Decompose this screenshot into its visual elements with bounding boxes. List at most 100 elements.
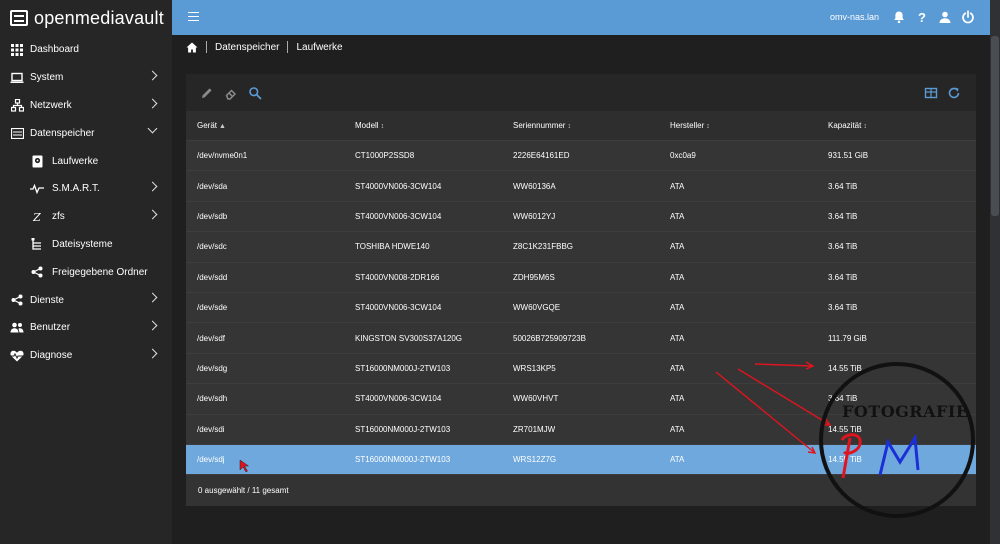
table-row[interactable]: /dev/sdc TOSHIBA HDWE140 Z8C1K231FBBG ATA 3.… <box>186 232 976 263</box>
disk-icon <box>30 154 44 168</box>
table-cell: WRS12Z7G <box>513 455 557 465</box>
pulse-icon <box>30 182 44 196</box>
table-header: Gerät ▲ Modell ↕ Seriennummer ↕ Hersteller ↕… <box>186 111 976 141</box>
search-icon[interactable] <box>248 86 262 100</box>
sort-icon: ↕ <box>567 123 571 130</box>
bell-icon[interactable] <box>892 10 906 24</box>
tree-icon <box>30 237 44 251</box>
sidebar-item-label: System <box>30 72 64 84</box>
table-row[interactable]: /dev/sda ST4000VN006-3CW104 WW60136A ATA 3.6… <box>186 171 976 202</box>
table-row[interactable]: /dev/nvme0n1 CT1000P2SSD8 2226E64161ED 0xc0… <box>186 141 976 172</box>
table-cell: ATA <box>670 242 685 252</box>
table-row[interactable]: /dev/sdd ST4000VN008-2DR166 ZDH95M6S ATA 3.6… <box>186 262 976 293</box>
sidebar-item-laufwerke[interactable]: Laufwerke <box>0 147 172 175</box>
table-cell: ST4000VN006-3CW104 <box>355 303 442 313</box>
table-cell: ATA <box>670 424 685 434</box>
table-cell: /dev/nvme0n1 <box>197 151 248 161</box>
table-cell: 14.55 TiB <box>828 363 862 373</box>
table-row[interactable]: /dev/sdb ST4000VN006-3CW104 WW6012YJ ATA 3.6… <box>186 201 976 233</box>
sidebar-item-zfs[interactable]: Zzfs <box>0 203 172 231</box>
breadcrumb-item-laufwerke: Laufwerke <box>296 41 343 53</box>
table-cell: TOSHIBA HDWE140 <box>355 242 430 252</box>
refresh-icon[interactable] <box>947 86 961 100</box>
network-icon <box>10 98 24 112</box>
sidebar-item-datenspeicher[interactable]: Datenspeicher <box>0 119 172 147</box>
hostname: omv-nas.lan <box>830 12 880 22</box>
table-cell: 3.64 TiB <box>828 242 858 252</box>
table-cell: WW60VGQE <box>513 303 561 313</box>
breadcrumb-item-datenspeicher[interactable]: Datenspeicher <box>215 42 279 53</box>
user-icon[interactable] <box>938 10 952 24</box>
column-header-kapazitaet[interactable]: Kapazität ↕ <box>828 121 976 130</box>
columns-table-icon[interactable] <box>924 86 938 100</box>
top-bar: omv-nas.lan ? <box>172 0 990 35</box>
table-row[interactable]: /dev/sdj ST16000NM000J-2TW103 WRS12Z7G ATA 1… <box>186 444 976 476</box>
breadcrumb-separator <box>206 41 207 53</box>
sidebar-item-dateisysteme[interactable]: Dateisysteme <box>0 231 172 259</box>
chevron-down-icon <box>147 123 158 134</box>
sidebar-item-benutzer[interactable]: Benutzer <box>0 314 172 342</box>
table-cell: WW6012YJ <box>513 211 556 221</box>
table-cell: /dev/sdb <box>197 211 228 221</box>
table-footer: 0 ausgewählt / 11 gesamt <box>186 475 976 507</box>
chevron-right-icon <box>147 348 158 359</box>
table-cell: /dev/sdd <box>197 272 228 282</box>
column-header-hersteller[interactable]: Hersteller ↕ <box>670 121 828 130</box>
table-cell: ST4000VN006-3CW104 <box>355 394 442 404</box>
sidebar-item-netzwerk[interactable]: Netzwerk <box>0 92 172 120</box>
table-row[interactable]: /dev/sdg ST16000NM000J-2TW103 WRS13KP5 ATA 1… <box>186 353 976 385</box>
table-row[interactable]: /dev/sdf KINGSTON SV300S37A120G 50026B7259… <box>186 323 976 354</box>
users-icon <box>10 321 24 335</box>
table-cell: CT1000P2SSD8 <box>355 151 415 161</box>
table-row[interactable]: /dev/sde ST4000VN006-3CW104 WW60VGQE ATA 3.6… <box>186 292 976 324</box>
breadcrumb-separator <box>287 41 289 53</box>
page-scrollbar[interactable] <box>990 0 1000 544</box>
svg-text:?: ? <box>918 10 926 24</box>
home-icon[interactable] <box>186 42 198 53</box>
table-cell: /dev/sde <box>197 303 228 313</box>
table-cell: KINGSTON SV300S37A120G <box>355 333 463 343</box>
table-cell: 3.64 TiB <box>828 181 858 191</box>
table-cell: 3.64 TiB <box>828 211 858 221</box>
sidebar-item-s-m-a-r-t[interactable]: S.M.A.R.T. <box>0 175 172 203</box>
table-cell: ST4000VN006-3CW104 <box>355 211 442 221</box>
heart-pulse-icon <box>10 349 24 363</box>
column-header-modell[interactable]: Modell ↕ <box>355 121 513 130</box>
scrollbar-thumb[interactable] <box>991 36 999 216</box>
sidebar-item-label: Diagnose <box>30 350 73 362</box>
svg-text:Z: Z <box>32 211 41 223</box>
table-cell: /dev/sdh <box>197 394 228 404</box>
table-cell: ST16000NM000J-2TW103 <box>355 455 451 465</box>
table-cell: /dev/sda <box>197 181 228 191</box>
table-cell: ATA <box>670 363 685 373</box>
hamburger-menu-icon[interactable] <box>188 12 199 21</box>
edit-pencil-icon[interactable] <box>200 86 214 100</box>
column-header-geraet[interactable]: Gerät ▲ <box>186 121 355 130</box>
table-cell: 111.79 GiB <box>828 333 867 343</box>
omv-app: openmediavault Dashboard System Netzwerk Da… <box>0 0 1000 544</box>
sidebar-item-freigegebene-ordner[interactable]: Freigegebene Ordner <box>0 258 172 286</box>
sidebar: openmediavault Dashboard System Netzwerk Da… <box>0 0 172 544</box>
table-cell: ST4000VN008-2DR166 <box>355 272 440 282</box>
eraser-icon[interactable] <box>224 86 238 100</box>
sidebar-item-dienste[interactable]: Dienste <box>0 286 172 314</box>
power-icon[interactable] <box>961 10 975 24</box>
zfs-icon: Z <box>30 210 44 224</box>
storage-icon <box>10 126 24 140</box>
table-cell: /dev/sdg <box>197 363 228 373</box>
sidebar-item-label: Netzwerk <box>30 99 72 111</box>
sidebar-item-dashboard[interactable]: Dashboard <box>0 36 172 64</box>
column-header-seriennummer[interactable]: Seriennummer ↕ <box>513 121 670 130</box>
sidebar-item-system[interactable]: System <box>0 64 172 92</box>
share-icon <box>30 265 44 279</box>
laptop-icon <box>10 71 24 85</box>
sidebar-item-label: S.M.A.R.T. <box>52 183 100 195</box>
sidebar-item-diagnose[interactable]: Diagnose <box>0 342 172 370</box>
help-icon[interactable]: ? <box>915 10 929 24</box>
table-cell: WW60VHVT <box>513 394 559 404</box>
app-logo[interactable]: openmediavault <box>0 0 172 36</box>
sort-asc-icon: ▲ <box>219 123 226 130</box>
table-cell: /dev/sdi <box>197 424 225 434</box>
sidebar-item-label: zfs <box>52 211 65 223</box>
table-cell: ZDH95M6S <box>513 272 555 282</box>
